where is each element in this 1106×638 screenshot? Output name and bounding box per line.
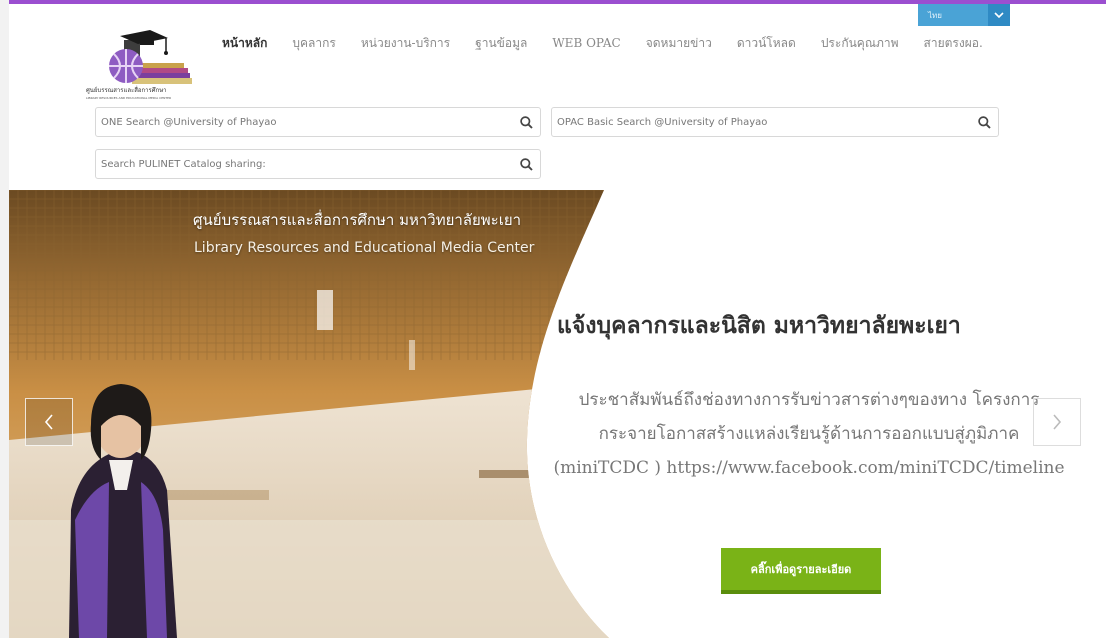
- main-nav: หน้าหลัก บุคลากร หน่วยงาน-บริการ ฐานข้อม…: [222, 33, 1008, 53]
- slider-next-button[interactable]: [1033, 398, 1081, 446]
- nav-newsletter[interactable]: จดหมายข่าว: [646, 34, 712, 53]
- search-icon[interactable]: [512, 150, 540, 178]
- search-icon[interactable]: [970, 108, 998, 136]
- one-search-input[interactable]: [96, 108, 512, 136]
- slide-body-line: ประชาสัมพันธ์ถึงช่องทางการรับข่าวสารต่าง…: [578, 390, 1040, 410]
- pulinet-search-input[interactable]: [96, 150, 512, 178]
- details-button[interactable]: คลิ๊กเพื่อดูรายละเอียด: [721, 548, 881, 594]
- site-logo[interactable]: ศูนย์บรรณสารและสื่อการศึกษา LIBRARY RESO…: [84, 26, 208, 106]
- nav-download[interactable]: ดาวน์โหลด: [737, 34, 796, 53]
- slide-body-line: กระจายโอกาสสร้างแหล่งเรียนรู้ด้านการออกแ…: [598, 424, 1020, 444]
- logo-graphic-icon: [109, 30, 192, 84]
- slide-body: ประชาสัมพันธ์ถึงช่องทางการรับข่าวสารต่าง…: [539, 383, 1079, 485]
- slide-body-line: (miniTCDC ) https://www.facebook.com/min…: [553, 458, 1065, 478]
- search-icon[interactable]: [512, 108, 540, 136]
- nav-staff[interactable]: บุคลากร: [292, 34, 335, 53]
- nav-web-opac[interactable]: WEB OPAC: [552, 36, 620, 50]
- hero-slider: ศูนย์บรรณสารและสื่อการศึกษา มหาวิทยาลัยพ…: [9, 190, 1106, 638]
- chevron-right-icon: [1053, 414, 1062, 430]
- opac-search-input[interactable]: [552, 108, 970, 136]
- chevron-left-icon: [44, 414, 53, 430]
- opac-search-box: [551, 107, 999, 137]
- pulinet-search-box: [95, 149, 541, 179]
- one-search-box: [95, 107, 541, 137]
- nav-quality-assurance[interactable]: ประกันคุณภาพ: [821, 34, 899, 53]
- nav-departments-services[interactable]: หน่วยงาน-บริการ: [361, 34, 450, 53]
- page: ศูนย์บรรณสารและสื่อการศึกษา LIBRARY RESO…: [0, 0, 1106, 638]
- nav-director-line[interactable]: สายตรงผอ.: [924, 34, 983, 53]
- hero-caption-thai: ศูนย์บรรณสารและสื่อการศึกษา มหาวิทยาลัยพ…: [193, 211, 522, 229]
- slide-headline: แจ้งบุคลากรและนิสิต มหาวิทยาลัยพะเยา: [557, 312, 961, 339]
- hero-caption-english: Library Resources and Educational Media …: [194, 240, 535, 256]
- chevron-down-icon[interactable]: [988, 4, 1010, 26]
- language-select[interactable]: ไทย: [918, 4, 1010, 26]
- language-value: ไทย: [928, 10, 942, 20]
- left-edge: [0, 0, 9, 638]
- nav-home[interactable]: หน้าหลัก: [222, 34, 267, 53]
- logo-subtitle: LIBRARY RESOURCES AND EDUCATIONAL MEDIA …: [86, 96, 172, 100]
- logo-title: ศูนย์บรรณสารและสื่อการศึกษา: [86, 87, 167, 94]
- nav-databases[interactable]: ฐานข้อมูล: [475, 34, 527, 53]
- slider-prev-button[interactable]: [25, 398, 73, 446]
